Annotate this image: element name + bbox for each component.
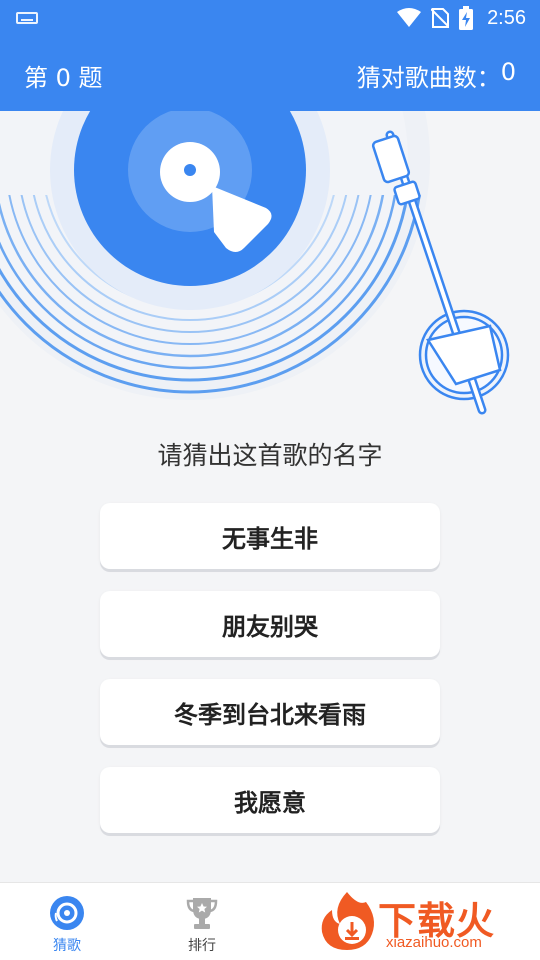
score-label: 猜对歌曲数：	[356, 64, 501, 92]
flame-logo-icon	[321, 892, 374, 950]
nav-tab-ranking-label: 排行	[188, 938, 216, 954]
battery-charging-icon	[459, 6, 474, 30]
answer-option-1[interactable]: 无事生非	[100, 503, 440, 569]
status-bar: 2:56	[0, 0, 540, 36]
disc-icon	[50, 896, 84, 930]
nav-tab-guess[interactable]: 猜歌	[27, 895, 107, 955]
watermark: 下载火 xiazaihuo.com	[314, 888, 534, 954]
answer-option-2[interactable]: 朋友别哭	[100, 591, 440, 657]
answer-option-4[interactable]: 我愿意	[100, 767, 440, 833]
clock: 2:56	[487, 6, 526, 29]
status-icons: 2:56	[397, 6, 526, 30]
nav-tab-ranking[interactable]: 排行	[162, 895, 242, 955]
wifi-icon	[397, 8, 422, 27]
score-display: 猜对歌曲数： 0	[357, 58, 516, 93]
no-sim-icon	[431, 8, 450, 28]
vinyl-record-graphic	[0, 111, 510, 415]
question-prompt: 请猜出这首歌的名字	[157, 441, 383, 470]
answer-option-3[interactable]: 冬季到台北来看雨	[100, 679, 440, 745]
nav-tab-guess-label: 猜歌	[53, 938, 81, 954]
keyboard-icon	[16, 12, 38, 24]
score-value: 0	[500, 58, 516, 86]
watermark-url: xiazaihuo.com	[386, 934, 482, 951]
app-bar: 第 0 题 猜对歌曲数： 0	[0, 36, 540, 111]
trophy-icon	[186, 898, 218, 929]
record-illustration	[0, 111, 540, 421]
question-number: 第 0 题	[24, 64, 103, 92]
